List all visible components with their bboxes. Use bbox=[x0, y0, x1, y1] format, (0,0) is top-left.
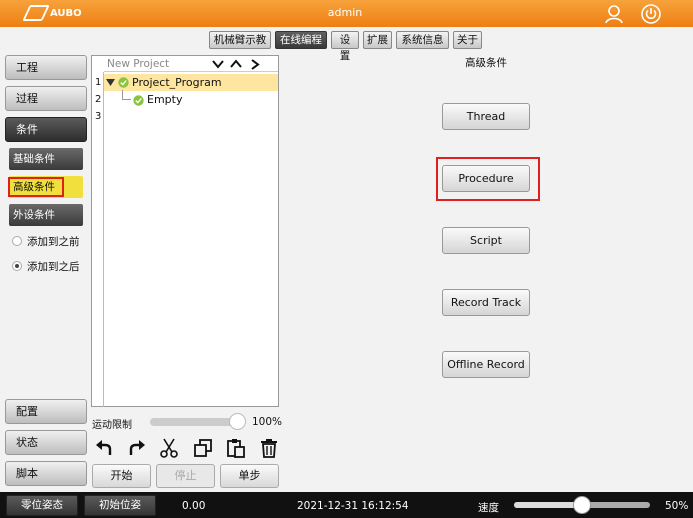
init-pose-button[interactable]: 初始位姿 bbox=[84, 495, 156, 516]
add-before-radio[interactable] bbox=[12, 236, 22, 246]
nav-script[interactable]: 脚本 bbox=[5, 461, 87, 486]
logo-mark-icon bbox=[22, 5, 50, 21]
nav-process[interactable]: 过程 bbox=[5, 86, 87, 111]
tree-child-label[interactable]: Empty bbox=[147, 93, 182, 106]
aubo-logo: AUBO bbox=[22, 4, 86, 22]
offline-record-button[interactable]: Offline Record bbox=[442, 351, 530, 378]
tree-root-label[interactable]: Project_Program bbox=[132, 76, 222, 89]
panel-title: 高级条件 bbox=[465, 57, 507, 69]
brand-text: AUBO bbox=[50, 7, 82, 19]
zero-pose-button[interactable]: 零位姿态 bbox=[6, 495, 78, 516]
add-after-label: 添加到之后 bbox=[27, 261, 80, 273]
motion-limit-thumb[interactable] bbox=[229, 413, 246, 430]
thread-button[interactable]: Thread bbox=[442, 103, 530, 130]
redo-icon[interactable] bbox=[125, 437, 147, 459]
line-number: 3 bbox=[95, 111, 102, 122]
procedure-button[interactable]: Procedure bbox=[442, 165, 530, 192]
check-circle-icon bbox=[118, 77, 129, 88]
speed-value: 50% bbox=[665, 500, 689, 512]
status-datetime: 2021-12-31 16:12:54 bbox=[297, 500, 409, 512]
add-before-label: 添加到之前 bbox=[27, 236, 80, 248]
condition-peripheral[interactable]: 外设条件 bbox=[9, 204, 83, 226]
condition-advanced[interactable]: 高级条件 bbox=[8, 177, 64, 197]
user-title: admin bbox=[327, 6, 363, 19]
line-gutter bbox=[91, 72, 104, 407]
tab-extension[interactable]: 扩展 bbox=[363, 31, 392, 49]
nav-project[interactable]: 工程 bbox=[5, 55, 87, 80]
line-number: 1 bbox=[95, 77, 102, 88]
motion-limit-value: 100% bbox=[252, 416, 283, 428]
check-circle-icon bbox=[133, 95, 144, 106]
speed-label: 速度 bbox=[478, 502, 499, 514]
tab-settings[interactable]: 设置 bbox=[331, 31, 359, 62]
add-after-radio[interactable] bbox=[12, 261, 22, 271]
nav-condition[interactable]: 条件 bbox=[5, 117, 87, 142]
script-button[interactable]: Script bbox=[442, 227, 530, 254]
user-icon[interactable] bbox=[603, 3, 625, 25]
tab-online-programming[interactable]: 在线编程 bbox=[275, 31, 327, 49]
paste-icon[interactable] bbox=[225, 437, 247, 459]
power-icon[interactable] bbox=[640, 3, 662, 25]
tree-connector bbox=[122, 90, 131, 100]
move-right-icon[interactable] bbox=[250, 58, 264, 71]
line-number: 2 bbox=[95, 94, 102, 105]
condition-basic[interactable]: 基础条件 bbox=[9, 148, 83, 170]
motion-limit-label: 运动限制 bbox=[92, 420, 132, 431]
undo-icon[interactable] bbox=[94, 437, 116, 459]
record-track-button[interactable]: Record Track bbox=[442, 289, 530, 316]
step-button[interactable]: 单步 bbox=[220, 464, 279, 488]
tab-system-info[interactable]: 系统信息 bbox=[396, 31, 449, 49]
copy-icon[interactable] bbox=[192, 437, 214, 459]
speed-slider-fill bbox=[514, 502, 582, 508]
tab-teach[interactable]: 机械臂示教 bbox=[209, 31, 271, 49]
program-tree[interactable] bbox=[91, 55, 279, 407]
nav-status[interactable]: 状态 bbox=[5, 430, 87, 455]
move-down-icon[interactable] bbox=[211, 58, 225, 71]
start-button[interactable]: 开始 bbox=[92, 464, 151, 488]
nav-config[interactable]: 配置 bbox=[5, 399, 87, 424]
cut-icon[interactable] bbox=[158, 437, 180, 459]
motion-limit-slider[interactable] bbox=[150, 418, 240, 426]
project-name: New Project bbox=[107, 58, 170, 70]
tab-about[interactable]: 关于 bbox=[453, 31, 482, 49]
status-value: 0.00 bbox=[182, 500, 206, 512]
delete-icon[interactable] bbox=[258, 437, 280, 459]
move-up-icon[interactable] bbox=[229, 58, 243, 71]
expand-triangle-icon[interactable] bbox=[106, 78, 115, 87]
speed-slider-thumb[interactable] bbox=[573, 496, 591, 514]
stop-button[interactable]: 停止 bbox=[156, 464, 215, 488]
